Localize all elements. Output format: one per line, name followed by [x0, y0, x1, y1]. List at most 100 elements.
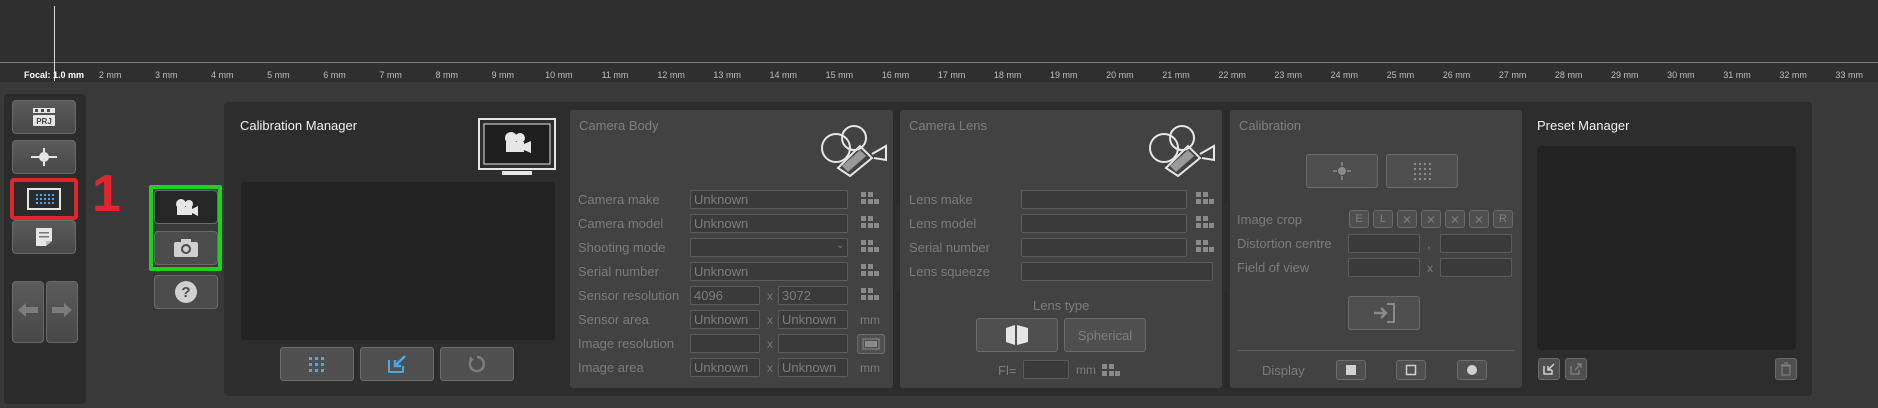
- sidebar-item-calibration[interactable]: [10, 178, 78, 220]
- sidebar-item-project[interactable]: PRJ: [12, 100, 76, 134]
- redo-button[interactable]: [46, 281, 78, 343]
- spherical-lens-button[interactable]: Spherical: [1064, 318, 1146, 352]
- sensor-resolution-picker-icon[interactable]: [861, 288, 879, 304]
- image-resolution-button[interactable]: [857, 334, 885, 354]
- sensor-resolution-height[interactable]: 3072: [778, 286, 848, 305]
- crop-button[interactable]: L: [1373, 210, 1393, 228]
- chevron-down-icon: ⌄: [836, 240, 845, 251]
- preset-list[interactable]: [1537, 146, 1796, 350]
- sensor-area-height[interactable]: Unknown: [778, 310, 848, 329]
- camera-model-picker-icon[interactable]: [861, 216, 879, 232]
- crop-button[interactable]: ⨯: [1445, 210, 1465, 228]
- help-button[interactable]: ?: [154, 275, 218, 309]
- calibration-point-button[interactable]: [1306, 154, 1378, 188]
- enter-icon: [1374, 303, 1395, 323]
- grid-button[interactable]: [280, 347, 354, 381]
- camera-make-field[interactable]: Unknown: [690, 190, 848, 209]
- lens-make-field[interactable]: [1021, 190, 1187, 209]
- distortion-centre-y[interactable]: [1440, 234, 1512, 253]
- display-label: Display: [1262, 363, 1305, 378]
- lens-make-label: Lens make: [909, 192, 973, 207]
- sensor-area-unit: mm: [860, 313, 880, 327]
- sensor-area-width[interactable]: Unknown: [690, 310, 760, 329]
- crop-button[interactable]: ⨯: [1421, 210, 1441, 228]
- image-area-height[interactable]: Unknown: [778, 358, 848, 377]
- trash-icon: [1781, 362, 1791, 376]
- monitor-camera-icon: [478, 118, 556, 175]
- crop-button[interactable]: ⨯: [1397, 210, 1417, 228]
- display-outline-button[interactable]: [1396, 360, 1426, 380]
- import-icon: [388, 355, 406, 373]
- sensor-resolution-label: Sensor resolution: [578, 288, 680, 303]
- lens-model-picker-icon[interactable]: [1196, 216, 1214, 232]
- calibration-grid-button[interactable]: [1386, 154, 1458, 188]
- crop-button[interactable]: ⨯: [1469, 210, 1489, 228]
- field-of-view-h[interactable]: [1348, 258, 1420, 277]
- preset-import-button[interactable]: [1538, 358, 1560, 380]
- lens-serial-picker-icon[interactable]: [1196, 240, 1214, 256]
- camera-body-panel: Camera Body Camera make Unknown Camera m…: [570, 110, 893, 388]
- tracking-icon: [31, 148, 57, 166]
- import-button[interactable]: [360, 347, 434, 381]
- ruler-tick: 11 mm: [601, 70, 629, 80]
- lens-make-picker-icon[interactable]: [1196, 192, 1214, 208]
- field-of-view-label: Field of view: [1237, 260, 1310, 275]
- camera-lens-title: Camera Lens: [909, 118, 988, 133]
- ruler-tick: 5 mm: [267, 70, 290, 80]
- preset-manager-title: Preset Manager: [1537, 118, 1630, 133]
- reset-button[interactable]: [440, 347, 514, 381]
- serial-number-field[interactable]: Unknown: [690, 262, 848, 281]
- shooting-mode-picker-icon[interactable]: [861, 240, 879, 256]
- camera-lens-scrollbar[interactable]: [1224, 110, 1229, 202]
- sidebar-item-notes[interactable]: [12, 220, 76, 254]
- display-circle-button[interactable]: [1457, 360, 1487, 380]
- focal-ruler[interactable]: Focal: 1.0 mm 2 mm 3 mm 4 mm 5 mm 6 mm 7 mm 8 m…: [0, 0, 1878, 82]
- anamorphic-lens-button[interactable]: [976, 318, 1058, 352]
- distortion-centre-x[interactable]: [1348, 234, 1420, 253]
- lens-squeeze-label: Lens squeeze: [909, 264, 990, 279]
- camera-make-picker-icon[interactable]: [861, 192, 879, 208]
- ruler-tick: 9 mm: [491, 70, 515, 80]
- lens-model-field[interactable]: [1021, 214, 1187, 233]
- shooting-mode-label: Shooting mode: [578, 240, 666, 255]
- camera-lens-scrollbar-lower[interactable]: [1224, 290, 1229, 388]
- distortion-centre-label: Distortion centre: [1237, 236, 1332, 251]
- ruler-tick: 13 mm: [713, 70, 741, 80]
- sidebar-item-tracking[interactable]: [12, 140, 76, 174]
- ruler-baseline: [0, 62, 1878, 63]
- project-icon: PRJ: [33, 108, 55, 126]
- display-filled-button[interactable]: [1336, 360, 1366, 380]
- fl-field[interactable]: [1023, 360, 1069, 379]
- grid-icon: [309, 357, 324, 372]
- image-area-label: Image area: [578, 360, 644, 375]
- shooting-mode-select[interactable]: [690, 238, 848, 257]
- preset-delete-button[interactable]: [1775, 358, 1797, 380]
- camera-model-field[interactable]: Unknown: [690, 214, 848, 233]
- field-of-view-v[interactable]: [1440, 258, 1512, 277]
- crop-button[interactable]: E: [1349, 210, 1369, 228]
- field-of-view-sep: x: [1427, 261, 1433, 275]
- image-resolution-width[interactable]: [690, 334, 760, 353]
- ruler-tick: 20 mm: [1106, 70, 1134, 80]
- camera-photo-mode-button[interactable]: [154, 231, 218, 265]
- crop-button[interactable]: R: [1493, 210, 1513, 228]
- annotation-1: 1: [92, 165, 121, 223]
- camera-video-mode-button[interactable]: [154, 190, 218, 224]
- serial-number-picker-icon[interactable]: [861, 264, 879, 280]
- import-icon: [1543, 363, 1555, 375]
- lens-serial-field[interactable]: [1021, 238, 1187, 257]
- fl-picker-icon[interactable]: [1102, 364, 1120, 380]
- ruler-tick: 15 mm: [825, 70, 854, 80]
- image-area-width[interactable]: Unknown: [690, 358, 760, 377]
- square-filled-icon: [1346, 365, 1356, 375]
- preset-export-button[interactable]: [1565, 358, 1587, 380]
- lens-squeeze-field[interactable]: [1021, 262, 1213, 281]
- undo-button[interactable]: [12, 281, 44, 343]
- image-resolution-height[interactable]: [778, 334, 848, 353]
- camera-photo-icon: [174, 239, 198, 257]
- sensor-resolution-width[interactable]: 4096: [690, 286, 760, 305]
- apply-calibration-button[interactable]: [1348, 296, 1420, 330]
- ruler-tick: 26 mm: [1442, 70, 1471, 80]
- lens-type-label: Lens type: [1033, 298, 1090, 313]
- calibration-list[interactable]: [241, 182, 555, 340]
